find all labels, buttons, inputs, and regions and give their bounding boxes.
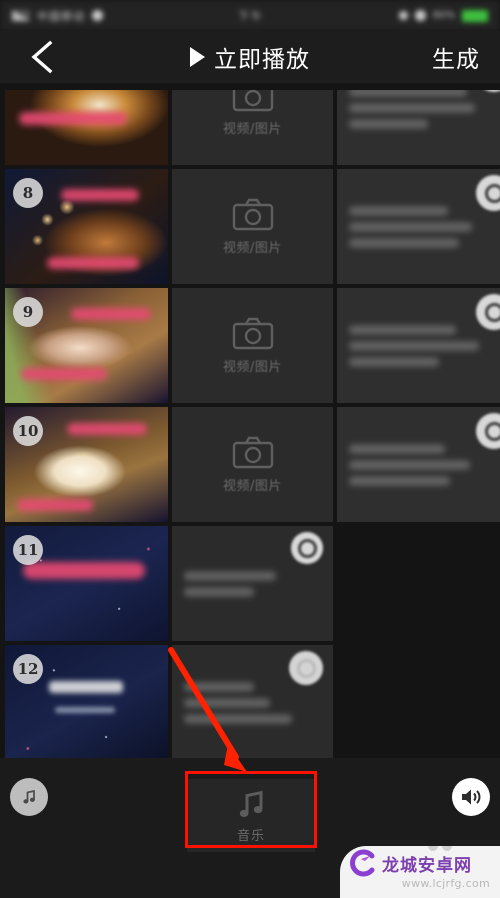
media-placeholder[interactable]: 视频/图片 (172, 407, 333, 522)
storyboard-list[interactable]: 7 视频/图片 (0, 83, 500, 758)
generate-button[interactable]: 生成 (432, 40, 480, 74)
record-circle-icon[interactable] (291, 532, 323, 564)
redaction-bar (23, 562, 145, 579)
watermark-site-name: 龙城安卓网 (382, 855, 472, 876)
watermark: 龙城安卓网 www.lcjrfg.com (340, 846, 500, 898)
row-text-lines (349, 437, 486, 492)
music-button-label: 音乐 (236, 828, 265, 844)
row-text-panel[interactable] (172, 526, 333, 641)
row-text-panel[interactable] (172, 645, 333, 758)
speaker-glyph-icon (462, 789, 481, 805)
row-number-badge: 8 (13, 178, 43, 208)
watermark-url: www.lcjrfg.com (401, 877, 490, 890)
status-bar-right: 80% (398, 9, 488, 22)
status-bar-clock: 下午 (237, 9, 264, 23)
media-placeholder-label: 视频/图片 (223, 478, 282, 494)
status-bar-left: 中国移动 (12, 8, 103, 24)
row-thumbnail[interactable]: 10 (5, 407, 168, 522)
page-title: 立即播放 (214, 47, 310, 73)
row-text-lines (349, 318, 486, 373)
row-text-panel[interactable] (337, 169, 500, 284)
music-button[interactable]: 音乐 (187, 779, 315, 852)
redaction-bar (17, 499, 93, 511)
row-number-badge: 11 (13, 535, 43, 565)
battery-percent-label: 80% (432, 10, 455, 21)
media-placeholder[interactable]: 视频/图片 (172, 288, 333, 403)
nav-bar: 立即播放 生成 (0, 31, 500, 83)
bottom-toolbar-inner: 音乐 (0, 766, 500, 858)
row-text-panel[interactable] (337, 83, 500, 165)
alarm-icon (398, 11, 408, 20)
play-now-button[interactable]: 立即播放 (190, 40, 310, 74)
row-number-badge: 9 (13, 297, 43, 327)
table-row[interactable]: 10 视频/图片 (0, 407, 500, 522)
table-row[interactable]: 8 视频/图片 (0, 169, 500, 284)
media-placeholder-label: 视频/图片 (223, 240, 282, 256)
table-row[interactable]: 7 视频/图片 (0, 83, 500, 165)
record-circle-icon[interactable] (289, 651, 323, 685)
music-note-round-icon[interactable] (10, 778, 48, 816)
watermark-ears-decoration (428, 846, 454, 852)
row-text-lines (184, 564, 319, 603)
signal-bars-icon (12, 10, 30, 21)
watermark-brand-row: 龙城安卓网 (340, 846, 500, 880)
back-button[interactable] (20, 35, 64, 79)
row-thumbnail[interactable]: 7 (5, 83, 168, 165)
music-note-glyph-icon (22, 789, 35, 803)
redaction-bar (67, 423, 147, 435)
camera-icon (232, 317, 273, 349)
row-thumbnail[interactable]: 11 (5, 526, 168, 641)
row-text-lines (349, 199, 486, 254)
back-chevron-icon (31, 40, 53, 74)
redaction-bar (47, 257, 139, 269)
row-thumbnail[interactable]: 8 (5, 169, 168, 284)
app-screen: 中国移动 下午 80% 立即播放 生成 视频/图片 8 视频/图片 9 视频/图… (0, 0, 500, 898)
row-text-panel[interactable] (337, 407, 500, 522)
wifi-icon (92, 10, 103, 21)
redaction-bar (71, 308, 151, 320)
list-top-mask (0, 83, 500, 90)
volume-speaker-icon[interactable] (452, 778, 490, 816)
carrier-label: 中国移动 (37, 9, 85, 23)
redaction-bar (19, 112, 127, 125)
play-triangle-icon (190, 47, 205, 67)
dragon-c-logo-icon (350, 849, 375, 877)
music-note-icon (239, 790, 263, 817)
row-number-badge: 10 (13, 416, 43, 446)
row-thumbnail[interactable]: 9 (5, 288, 168, 403)
redaction-bar (21, 368, 107, 380)
bluetooth-icon (414, 10, 426, 21)
thumbnail-subtitle-text (55, 707, 115, 713)
row-thumbnail[interactable]: 12 (5, 645, 168, 758)
media-placeholder[interactable]: 视频/图片 (172, 169, 333, 284)
table-row[interactable]: 9 视频/图片 (0, 288, 500, 403)
redaction-bar (61, 189, 139, 201)
media-placeholder-label: 视频/图片 (223, 359, 282, 375)
media-placeholder[interactable]: 视频/图片 (172, 83, 333, 165)
camera-icon (232, 436, 273, 468)
camera-icon (232, 198, 273, 230)
status-bar: 中国移动 下午 80% (0, 0, 500, 31)
thumbnail-title-text (49, 681, 123, 693)
battery-icon (461, 9, 488, 22)
table-row[interactable]: 12 (0, 645, 500, 758)
row-text-panel[interactable] (337, 288, 500, 403)
media-placeholder-label: 视频/图片 (223, 121, 282, 137)
row-number-badge: 12 (13, 654, 43, 684)
table-row[interactable]: 11 (0, 526, 500, 641)
row-text-lines (349, 83, 486, 135)
